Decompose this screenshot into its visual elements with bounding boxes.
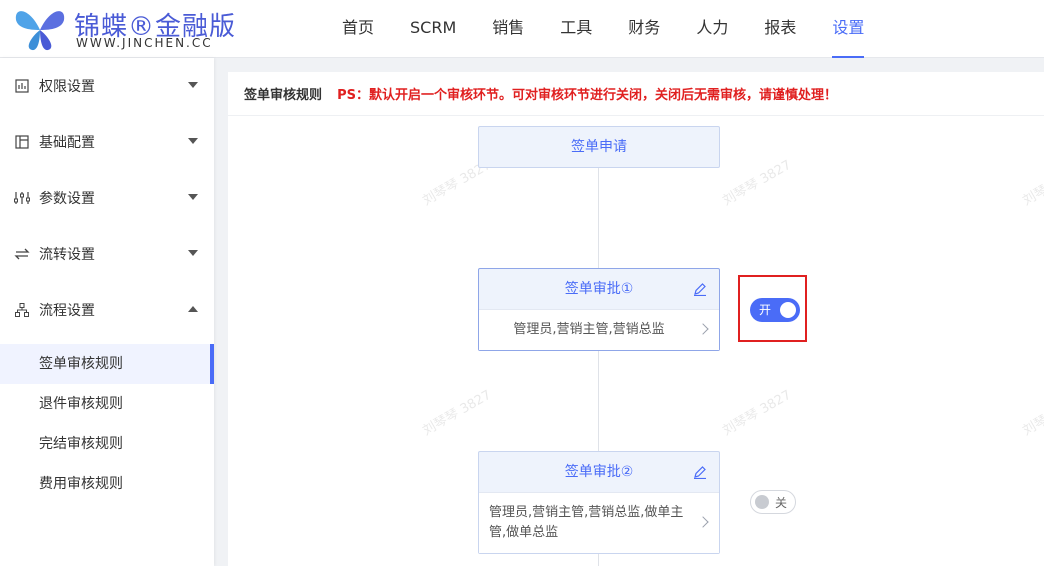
sidebar-group-label: 基础配置 — [39, 135, 95, 151]
node-head: 签单审批① — [479, 269, 719, 309]
sidebar-group-label: 参数设置 — [39, 191, 95, 207]
edit-icon[interactable] — [693, 282, 707, 296]
sidebar-group-permission[interactable]: 权限设置 — [0, 58, 214, 114]
chevron-down-icon — [188, 194, 198, 200]
watermark: 刘琴琴 3827 — [1020, 388, 1044, 439]
approvers-text: 管理员,营销主管,营销总监,做单主管,做单总监 — [489, 505, 684, 540]
permission-icon — [14, 78, 30, 94]
flow-node-approval-1: 签单审批① 管理员,营销主管,营销总监 — [478, 268, 720, 351]
approval-2-toggle[interactable]: 关 — [750, 490, 796, 514]
watermark: 刘琴琴 3827 — [720, 387, 794, 439]
chevron-right-icon — [697, 323, 709, 335]
toggle-label: 开 — [759, 303, 772, 317]
transfer-icon — [14, 246, 30, 262]
nav-hr[interactable]: 人力 — [678, 0, 746, 58]
page-title: 签单审核规则 — [244, 88, 323, 103]
toggle-knob — [755, 495, 769, 509]
toggle-knob — [780, 302, 796, 318]
sidebar-group-label: 权限设置 — [39, 79, 95, 95]
butterfly-logo-icon — [15, 11, 65, 51]
approvers-selector[interactable]: 管理员,营销主管,营销总监 — [479, 309, 719, 350]
sidebar-item-sign-audit[interactable]: 签单审核规则 — [0, 344, 214, 384]
edit-icon[interactable] — [693, 465, 707, 479]
node-title: 签单审批② — [564, 464, 634, 480]
watermark: 刘琴琴 3827 — [1020, 158, 1044, 209]
sidebar-item-expense-audit[interactable]: 费用审核规则 — [0, 464, 214, 504]
chevron-down-icon — [188, 82, 198, 88]
sliders-icon — [14, 190, 30, 206]
sidebar-group-label: 流转设置 — [39, 247, 95, 263]
sidebar-group-label: 流程设置 — [39, 303, 95, 319]
sidebar-group-transfer[interactable]: 流转设置 — [0, 226, 214, 282]
chevron-down-icon — [188, 250, 198, 256]
sidebar-group-basic-config[interactable]: 基础配置 — [0, 114, 214, 170]
watermark: 刘琴琴 3827 — [720, 157, 794, 209]
nav-settings[interactable]: 设置 — [814, 0, 882, 58]
nav-home[interactable]: 首页 — [324, 0, 392, 58]
sidebar-group-flow[interactable]: 流程设置 — [0, 282, 214, 338]
sidebar-item-return-audit[interactable]: 退件审核规则 — [0, 384, 214, 424]
main-nav: 首页 SCRM 销售 工具 财务 人力 报表 设置 — [324, 0, 882, 58]
chevron-up-icon — [188, 306, 198, 312]
chevron-right-icon — [697, 516, 709, 528]
sidebar-item-complete-audit[interactable]: 完结审核规则 — [0, 424, 214, 464]
nav-sales[interactable]: 销售 — [474, 0, 542, 58]
nav-tools[interactable]: 工具 — [542, 0, 610, 58]
approval-1-toggle[interactable]: 开 — [750, 298, 800, 322]
brand-logo[interactable]: 锦蝶®金融版 WWW.JINCHEN.CC — [12, 4, 252, 54]
node-head: 签单审批② — [479, 452, 719, 492]
approvers-text: 管理员,营销主管,营销总监 — [513, 322, 665, 337]
nav-reports[interactable]: 报表 — [746, 0, 814, 58]
node-title: 签单审批① — [564, 281, 634, 297]
flow-node-approval-2: 签单审批② 管理员,营销主管,营销总监,做单主管,做单总监 — [478, 451, 720, 554]
top-header: 锦蝶®金融版 WWW.JINCHEN.CC 首页 SCRM 销售 工具 财务 人… — [0, 0, 1044, 58]
brand-url: WWW.JINCHEN.CC — [76, 36, 213, 50]
main-panel: 签单审核规则 PS：默认开启一个审核环节。可对审核环节进行关闭，关闭后无需审核，… — [228, 72, 1044, 566]
watermark: 刘琴琴 3827 — [420, 387, 494, 439]
sidebar-group-params[interactable]: 参数设置 — [0, 170, 214, 226]
warning-notice: PS：默认开启一个审核环节。可对审核环节进行关闭，关闭后无需审核，请谨慎处理！ — [337, 88, 838, 103]
layout-icon — [14, 134, 30, 150]
toggle-label: 关 — [775, 496, 788, 510]
sidebar: 权限设置 基础配置 参数设置 流转设置 流程设置 签单审核规则 退件审核规则 完… — [0, 58, 214, 566]
node-title: 签单申请 — [571, 139, 627, 155]
nav-scrm[interactable]: SCRM — [392, 0, 474, 58]
chevron-down-icon — [188, 138, 198, 144]
flow-tree-icon — [14, 302, 30, 318]
flow-node-start[interactable]: 签单申请 — [478, 126, 720, 168]
nav-finance[interactable]: 财务 — [610, 0, 678, 58]
title-bar: 签单审核规则 PS：默认开启一个审核环节。可对审核环节进行关闭，关闭后无需审核，… — [228, 72, 1044, 116]
approvers-selector[interactable]: 管理员,营销主管,营销总监,做单主管,做单总监 — [479, 492, 719, 553]
